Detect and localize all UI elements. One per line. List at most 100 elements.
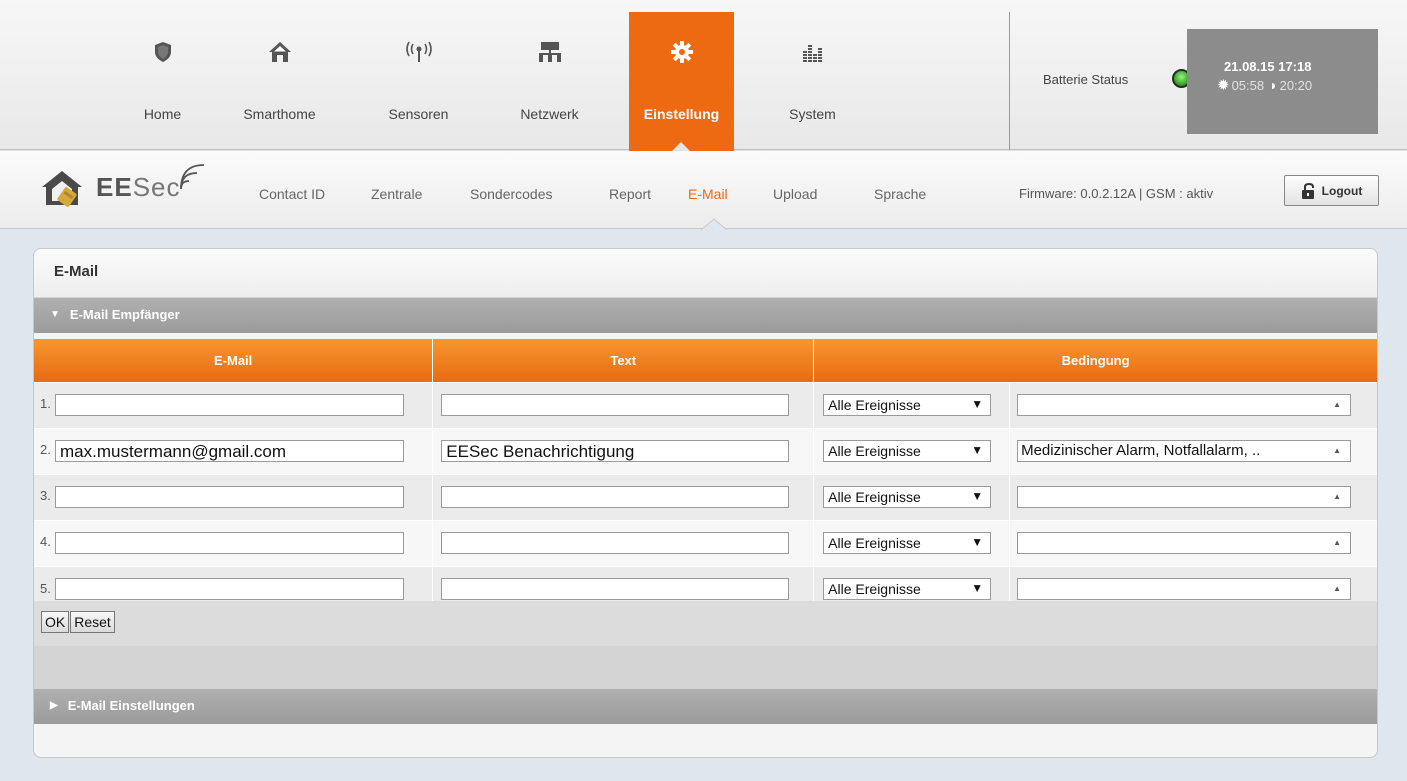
antenna-icon	[366, 39, 471, 65]
nav-netzwerk[interactable]: Netzwerk	[497, 12, 602, 152]
table-row: 3. Alle Ereignisse ▼ ▲	[34, 473, 1377, 520]
event-select[interactable]: Alle Ereignisse ▼	[823, 440, 992, 462]
triangle-up-icon: ▲	[1333, 584, 1342, 594]
sunrise-time: 05:58	[1231, 77, 1265, 93]
table-row: 2. max.mustermann@gmail.com EESec Benachri…	[34, 427, 1377, 474]
section-email-settings[interactable]: ▶ E-Mail Einstellungen	[34, 689, 1377, 724]
logout-label: Logout	[1321, 183, 1363, 198]
sun-icon: ✹	[1217, 77, 1230, 94]
column-header-condition: Bedingung	[813, 339, 1377, 382]
events-multiselect[interactable]: ▲	[1017, 486, 1352, 508]
house-icon	[227, 39, 332, 65]
logo-text-suffix: Sec	[132, 171, 181, 202]
events-multiselect[interactable]: ▲	[1017, 578, 1352, 601]
text-input[interactable]	[441, 578, 790, 601]
recipients-table: E-Mail Text Bedingung 1. Alle Ereignisse ▼…	[34, 339, 1377, 612]
subnav-upload[interactable]: Upload	[773, 186, 817, 202]
section-email-recipients[interactable]: ▼ E-Mail Empfänger	[34, 298, 1377, 333]
event-select[interactable]: Alle Ereignisse ▼	[823, 532, 992, 554]
event-select[interactable]: Alle Ereignisse ▼	[823, 578, 992, 601]
nav-smarthome[interactable]: Smarthome	[227, 12, 332, 152]
email-input[interactable]	[55, 394, 404, 416]
ok-button[interactable]: OK	[41, 611, 70, 633]
subnav-sprache[interactable]: Sprache	[874, 186, 926, 202]
email-cell: 4.	[34, 519, 434, 566]
triangle-up-icon: ▲	[1333, 492, 1342, 501]
top-navigation-bar: Home Smarthome Sensoren Netzwerk Einstel…	[0, 0, 1407, 153]
table-row: 4. Alle Ereignisse ▼ ▲	[34, 519, 1377, 566]
nav-netzwerk-label: Netzwerk	[520, 106, 579, 122]
row-number: 5.	[40, 580, 51, 596]
text-input[interactable]	[441, 486, 790, 508]
email-input[interactable]	[55, 532, 404, 554]
sunset-time: 20:20	[1279, 77, 1313, 93]
eesec-logo: EESec	[38, 164, 205, 209]
email-input[interactable]: max.mustermann@gmail.com	[55, 440, 404, 462]
battery-status-label: Batterie Status	[1043, 72, 1129, 87]
subnav-zentrale[interactable]: Zentrale	[371, 186, 422, 202]
email-input[interactable]	[55, 578, 404, 601]
event-select[interactable]: Alle Ereignisse ▼	[823, 486, 992, 508]
nav-sensoren[interactable]: Sensoren	[366, 12, 471, 152]
events-cell: ▲	[1009, 519, 1377, 566]
button-row: OK Reset	[34, 601, 1377, 646]
events-multiselect[interactable]: ▲	[1017, 532, 1352, 554]
event-select-value: Alle Ereignisse	[828, 489, 921, 505]
select-cell: Alle Ereignisse ▼	[813, 519, 1011, 566]
dropdown-arrow-icon: ▼	[971, 489, 984, 503]
text-input[interactable]: EESec Benachrichtigung	[441, 440, 790, 462]
select-cell: Alle Ereignisse ▼	[813, 381, 1011, 428]
triangle-up-icon: ▲	[1333, 538, 1342, 547]
nav-einstellung-label: Einstellung	[643, 106, 720, 122]
events-multiselect[interactable]: ▲	[1017, 394, 1352, 416]
email-panel: E-Mail ▼ E-Mail Empfänger E-Mail Text Be…	[33, 248, 1378, 758]
spacer-row	[34, 646, 1377, 689]
nav-home[interactable]: Home	[110, 12, 215, 152]
logo-house-icon	[42, 171, 82, 207]
dropdown-arrow-icon: ▼	[971, 535, 984, 549]
triangle-up-icon: ▲	[1333, 446, 1342, 455]
column-header-text: Text	[432, 339, 815, 382]
events-multiselect-value: Medizinischer Alarm, Notfallalarm, ..	[1021, 442, 1261, 459]
network-icon	[497, 39, 602, 65]
subnav-e-mail[interactable]: E-Mail	[688, 186, 728, 202]
table-row: 1. Alle Ereignisse ▼ ▲	[34, 381, 1377, 428]
nav-einstellung[interactable]: Einstellung	[629, 12, 734, 153]
top-divider	[1009, 12, 1010, 150]
column-header-email: E-Mail	[34, 339, 434, 382]
logo-text-prefix: EE	[96, 171, 133, 202]
text-input[interactable]	[441, 532, 790, 554]
reset-button[interactable]: Reset	[70, 611, 115, 633]
event-select-value: Alle Ereignisse	[828, 443, 921, 459]
email-cell: 2. max.mustermann@gmail.com	[34, 427, 434, 474]
event-select-value: Alle Ereignisse	[828, 397, 921, 413]
dropdown-arrow-icon: ▼	[971, 581, 984, 596]
bar-chart-icon	[760, 39, 865, 65]
nav-system[interactable]: System	[760, 12, 865, 152]
events-multiselect[interactable]: Medizinischer Alarm, Notfallalarm, .. ▲	[1017, 440, 1352, 462]
nav-sensoren-label: Sensoren	[388, 106, 449, 122]
email-cell: 3.	[34, 473, 434, 520]
text-cell	[432, 473, 815, 520]
row-number: 1.	[40, 396, 51, 412]
email-cell: 1.	[34, 381, 434, 428]
row-number: 2.	[40, 442, 51, 458]
text-input[interactable]	[441, 394, 790, 416]
events-cell: Medizinischer Alarm, Notfallalarm, .. ▲	[1009, 427, 1377, 474]
subnav-contact-id[interactable]: Contact ID	[259, 186, 325, 202]
subnav-sondercodes[interactable]: Sondercodes	[470, 186, 553, 202]
logout-button[interactable]: Logout	[1284, 175, 1379, 206]
lock-icon	[1301, 182, 1314, 199]
event-select-value: Alle Ereignisse	[828, 535, 921, 551]
subnav-report[interactable]: Report	[609, 186, 651, 202]
select-cell: Alle Ereignisse ▼	[813, 473, 1011, 520]
event-select[interactable]: Alle Ereignisse ▼	[823, 394, 992, 416]
gear-icon	[629, 39, 734, 65]
sun-times: ✹ 05:58 ◗ 20:20	[1217, 76, 1312, 94]
moon-icon: ◗	[1269, 77, 1278, 93]
firmware-status: Firmware: 0.0.2.12A | GSM : aktiv	[1019, 186, 1214, 201]
email-input[interactable]	[55, 486, 404, 508]
dropdown-arrow-icon: ▼	[971, 397, 984, 411]
text-cell	[432, 381, 815, 428]
datetime: 21.08.15 17:18	[1224, 59, 1312, 74]
